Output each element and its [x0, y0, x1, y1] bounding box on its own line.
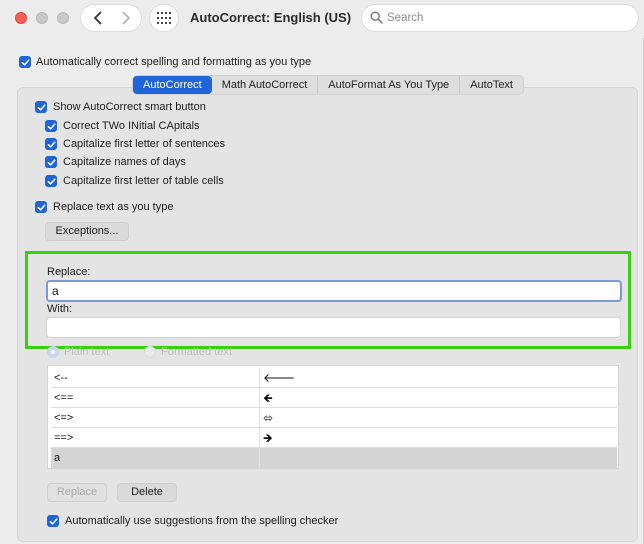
tab-math-autocorrect[interactable]: Math AutoCorrect: [212, 76, 319, 94]
checkmark-icon: [37, 103, 46, 111]
chevron-left-icon: [94, 11, 102, 25]
replace-button[interactable]: Replace: [47, 483, 107, 502]
correct-two-initial-checkbox[interactable]: [45, 120, 57, 132]
checkmark-icon: [49, 517, 58, 525]
chevron-right-icon: [122, 11, 130, 25]
forward-button[interactable]: [111, 5, 141, 31]
replace-cell: a: [51, 448, 260, 468]
show-smart-button-label: Show AutoCorrect smart button: [53, 101, 206, 113]
tab-autoformat-as-you-type[interactable]: AutoFormat As You Type: [318, 76, 461, 94]
checkmark-icon: [21, 58, 30, 66]
auto-suggestions-checkbox[interactable]: [47, 515, 59, 527]
close-window-button[interactable]: [15, 12, 27, 24]
title-bar: AutoCorrect: English (US): [0, 0, 644, 38]
search-icon: [370, 11, 383, 24]
plain-text-radio[interactable]: [47, 346, 59, 358]
checkmark-icon: [47, 177, 56, 185]
capitalize-sentences-label: Capitalize first letter of sentences: [63, 138, 226, 150]
search-input[interactable]: [387, 9, 627, 27]
capitalize-sentences-checkbox[interactable]: [45, 138, 57, 150]
grid-icon: [157, 12, 171, 24]
with-cell: 🡐: [263, 371, 296, 385]
table-row-selected[interactable]: a: [51, 448, 617, 468]
tab-bar: AutoCorrect Math AutoCorrect AutoFormat …: [132, 75, 524, 95]
zoom-window-button[interactable]: [57, 12, 69, 24]
replace-cell: <==: [51, 388, 260, 408]
with-cell: ⬄: [263, 411, 274, 425]
navigation-group: [80, 4, 142, 32]
show-smart-button-checkbox[interactable]: [35, 101, 47, 113]
replace-text-checkbox[interactable]: [35, 201, 47, 213]
checkmark-icon: [47, 140, 56, 148]
capitalize-days-checkbox[interactable]: [45, 156, 57, 168]
checkmark-icon: [47, 158, 56, 166]
replace-cell: ==>: [51, 428, 260, 448]
capitalize-table-cells-checkbox[interactable]: [45, 175, 57, 187]
capitalize-days-label: Capitalize names of days: [63, 156, 186, 168]
formatted-text-label: Formatted text: [161, 346, 232, 358]
search-box[interactable]: [361, 4, 639, 32]
minimize-window-button[interactable]: [36, 12, 48, 24]
auto-correct-checkbox[interactable]: [19, 56, 31, 68]
autocorrect-entries-table[interactable]: <-- 🡐 <== 🡸 <=> ⬄ ==> 🡺 a: [47, 365, 619, 469]
auto-correct-label: Automatically correct spelling and forma…: [36, 56, 312, 68]
checkmark-icon: [37, 203, 46, 211]
with-cell: [260, 448, 617, 468]
table-row[interactable]: ==> 🡺: [51, 428, 617, 448]
focus-highlight-box: [25, 251, 631, 349]
tab-autotext[interactable]: AutoText: [460, 76, 523, 94]
back-button[interactable]: [83, 5, 113, 31]
table-row[interactable]: <=> ⬄: [51, 408, 617, 428]
correct-two-initial-label: Correct TWo INitial CApitals: [63, 120, 200, 132]
table-row[interactable]: <-- 🡐: [51, 368, 617, 388]
plain-text-label: Plain text: [64, 346, 110, 358]
exceptions-button[interactable]: Exceptions...: [45, 222, 129, 241]
with-cell: 🡺: [263, 431, 273, 445]
window-title: AutoCorrect: English (US): [190, 10, 352, 25]
tab-autocorrect[interactable]: AutoCorrect: [133, 76, 212, 94]
replace-text-label: Replace text as you type: [53, 201, 174, 213]
formatted-text-radio[interactable]: [144, 346, 156, 358]
replace-cell: <=>: [51, 408, 260, 428]
show-all-button[interactable]: [149, 4, 179, 32]
autocorrect-window: AutoCorrect: English (US) Automatically …: [0, 0, 644, 544]
delete-button[interactable]: Delete: [117, 483, 177, 502]
replace-cell: <--: [51, 368, 260, 388]
table-row[interactable]: <== 🡸: [51, 388, 617, 408]
checkmark-icon: [47, 122, 56, 130]
with-cell: 🡸: [263, 391, 273, 405]
auto-suggestions-label: Automatically use suggestions from the s…: [65, 515, 339, 527]
capitalize-table-cells-label: Capitalize first letter of table cells: [63, 175, 224, 187]
